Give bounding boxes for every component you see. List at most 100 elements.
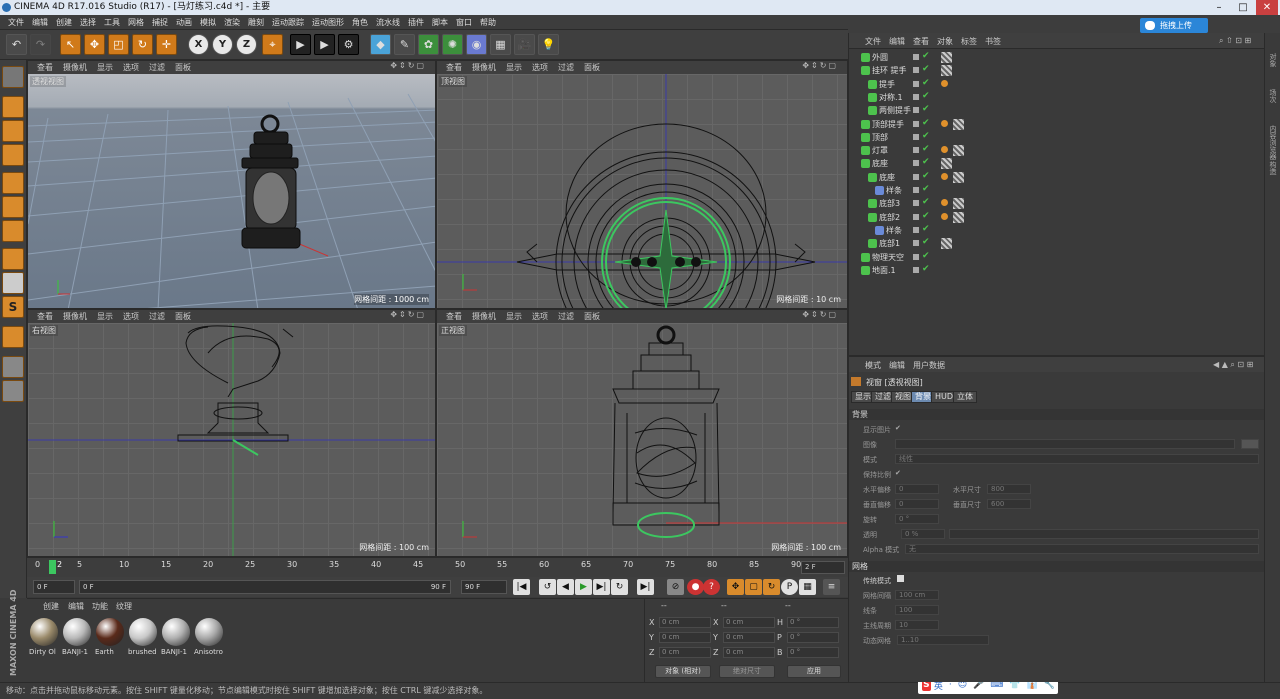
object-row[interactable]: 挂环 提手 ✔ bbox=[849, 64, 1265, 77]
menu-view[interactable]: 查看 bbox=[441, 311, 467, 322]
visibility-toggle[interactable] bbox=[913, 147, 919, 154]
enabled-check-icon[interactable]: ✔ bbox=[922, 211, 930, 221]
menu-item[interactable]: 运动跟踪 bbox=[268, 17, 308, 28]
menu-display[interactable]: 显示 bbox=[92, 62, 118, 73]
object-row[interactable]: 样条 ✔ bbox=[849, 184, 1265, 197]
menu-item[interactable]: 插件 bbox=[404, 17, 428, 28]
pen-icon[interactable]: ✎ bbox=[394, 34, 415, 55]
menu-item[interactable]: 流水线 bbox=[372, 17, 404, 28]
menu-item[interactable]: 脚本 bbox=[428, 17, 452, 28]
transparency-slider[interactable] bbox=[949, 529, 1259, 539]
major-lines-field[interactable]: 10 bbox=[895, 620, 939, 630]
viewport-perspective[interactable]: 查看 摄像机 显示 选项 过滤 面板 ✥⇕↻▢ 透视视图 网格间距 : 1000… bbox=[27, 60, 436, 309]
visibility-toggle[interactable] bbox=[913, 54, 919, 60]
visibility-toggle[interactable] bbox=[913, 80, 919, 87]
material-swatch[interactable]: BANJI-1 bbox=[161, 618, 191, 658]
mat-menu-create[interactable]: 创建 bbox=[43, 601, 59, 612]
material-swatch[interactable]: Dirty Ol bbox=[29, 618, 59, 658]
enabled-check-icon[interactable]: ✔ bbox=[922, 64, 930, 74]
texture-tag-icon[interactable] bbox=[941, 52, 952, 63]
deformer-icon[interactable]: ◉ bbox=[466, 34, 487, 55]
enabled-check-icon[interactable]: ✔ bbox=[922, 118, 930, 128]
object-row[interactable]: 底部2 ✔ bbox=[849, 211, 1265, 224]
maximize-icon[interactable]: □ bbox=[1232, 0, 1254, 15]
close-icon[interactable]: ✕ bbox=[1256, 0, 1278, 15]
menu-item[interactable]: 捕捉 bbox=[148, 17, 172, 28]
recent-tool-button[interactable]: ✛ bbox=[156, 34, 177, 55]
texture-tag-icon[interactable] bbox=[953, 198, 964, 210]
visibility-toggle[interactable] bbox=[913, 93, 919, 100]
object-row[interactable]: 提手 ✔ bbox=[849, 78, 1265, 91]
minimize-icon[interactable]: – bbox=[1208, 0, 1230, 15]
menu-item[interactable]: 文件 bbox=[4, 17, 28, 28]
y-axis-button[interactable]: Y bbox=[212, 34, 233, 55]
tweak-mode-icon[interactable] bbox=[2, 272, 24, 294]
texture-tag-icon[interactable] bbox=[953, 145, 964, 157]
cube-icon[interactable]: ◆ bbox=[370, 34, 391, 55]
end-frame-field[interactable]: 90 F bbox=[461, 580, 507, 594]
keep-ratio-check[interactable]: ✔ bbox=[895, 469, 901, 477]
live-select-button[interactable]: ↖ bbox=[60, 34, 81, 55]
material-swatch[interactable]: Anisotro bbox=[194, 618, 224, 658]
go-to-end-icon[interactable]: ▶| bbox=[637, 579, 654, 595]
viewport-top[interactable]: 查看 摄像机 显示 选项 过滤 面板 ✥⇕↻▢ 顶视图 网格间距 : 10 cm bbox=[436, 60, 848, 309]
menu-options[interactable]: 选项 bbox=[118, 311, 144, 322]
menu-display[interactable]: 显示 bbox=[92, 311, 118, 322]
timeline-ruler[interactable]: 2 2 F 0 5 10 15 20 25 30 35 40 45 50 55 60 65 70 75 80 85… bbox=[27, 557, 848, 577]
menu-camera[interactable]: 摄像机 bbox=[467, 62, 501, 73]
key-rotate-icon[interactable]: ↻ bbox=[763, 579, 780, 595]
tag-icon[interactable] bbox=[941, 79, 948, 87]
record-icon[interactable]: ● bbox=[687, 579, 704, 595]
obj-menu-view[interactable]: 查看 bbox=[913, 36, 929, 47]
coord-field[interactable]: 0 cm bbox=[723, 632, 775, 643]
grid-plane-icon[interactable] bbox=[2, 380, 24, 402]
menu-item[interactable]: 工具 bbox=[100, 17, 124, 28]
visibility-toggle[interactable] bbox=[913, 120, 919, 127]
h-offset-field[interactable]: 0 bbox=[895, 484, 939, 494]
viewport-nav-icons[interactable]: ✥⇕↻▢ bbox=[385, 61, 431, 70]
texture-tag-icon[interactable] bbox=[941, 65, 952, 77]
mode-dropdown[interactable]: 线性 bbox=[895, 454, 1259, 464]
menu-filter[interactable]: 过滤 bbox=[553, 62, 579, 73]
tag-icon[interactable] bbox=[941, 146, 948, 154]
show-image-check[interactable]: ✔ bbox=[895, 424, 901, 432]
enabled-check-icon[interactable]: ✔ bbox=[922, 237, 930, 247]
start-frame-field[interactable]: 0 F bbox=[33, 580, 75, 594]
undo-button[interactable]: ↶ bbox=[6, 34, 27, 55]
menu-filter[interactable]: 过滤 bbox=[144, 62, 170, 73]
menu-panel[interactable]: 面板 bbox=[170, 311, 196, 322]
menu-display[interactable]: 显示 bbox=[501, 62, 527, 73]
axis-mode-icon[interactable] bbox=[2, 248, 24, 270]
visibility-toggle[interactable] bbox=[913, 133, 919, 140]
polygons-mode-icon[interactable] bbox=[2, 220, 24, 242]
object-row[interactable]: 对称.1 ✔ bbox=[849, 91, 1265, 104]
legacy-mode-checkbox[interactable] bbox=[897, 575, 904, 582]
next-frame-icon[interactable]: ▶| bbox=[593, 579, 610, 595]
obj-menu-file[interactable]: 文件 bbox=[865, 36, 881, 47]
object-row[interactable]: 地面.1 ✔ bbox=[849, 264, 1265, 277]
obj-menu-tag[interactable]: 标签 bbox=[961, 36, 977, 47]
menu-camera[interactable]: 摄像机 bbox=[467, 311, 501, 322]
next-key-icon[interactable]: ↻ bbox=[611, 579, 628, 595]
menu-item[interactable]: 窗口 bbox=[452, 17, 476, 28]
timeline-menu-icon[interactable]: ≡ bbox=[823, 579, 840, 595]
edit-render-settings-icon[interactable]: ⚙ bbox=[338, 34, 359, 55]
tag-icon[interactable] bbox=[941, 119, 948, 127]
visibility-toggle[interactable] bbox=[913, 107, 919, 114]
menu-filter[interactable]: 过滤 bbox=[144, 311, 170, 322]
menu-item[interactable]: 雕刻 bbox=[244, 17, 268, 28]
visibility-toggle[interactable] bbox=[913, 173, 919, 180]
side-tab[interactable]: 场次 bbox=[1268, 89, 1278, 103]
object-row[interactable]: 底座 ✔ bbox=[849, 157, 1265, 170]
obj-search-icon[interactable]: ⌕ ⇧ ⊡ ⊞ bbox=[1219, 36, 1251, 46]
enabled-check-icon[interactable]: ✔ bbox=[922, 171, 930, 181]
go-to-start-icon[interactable]: |◀ bbox=[513, 579, 530, 595]
mat-menu-edit[interactable]: 编辑 bbox=[68, 601, 84, 612]
menu-view[interactable]: 查看 bbox=[32, 62, 58, 73]
subdivision-icon[interactable]: ✿ bbox=[418, 34, 439, 55]
visibility-toggle[interactable] bbox=[913, 226, 919, 233]
lock-workplane-icon[interactable] bbox=[2, 356, 24, 378]
tag-icon[interactable] bbox=[941, 199, 948, 207]
key-pla-icon[interactable]: ▦ bbox=[799, 579, 816, 595]
end-frame-field[interactable]: 2 F bbox=[801, 561, 845, 574]
